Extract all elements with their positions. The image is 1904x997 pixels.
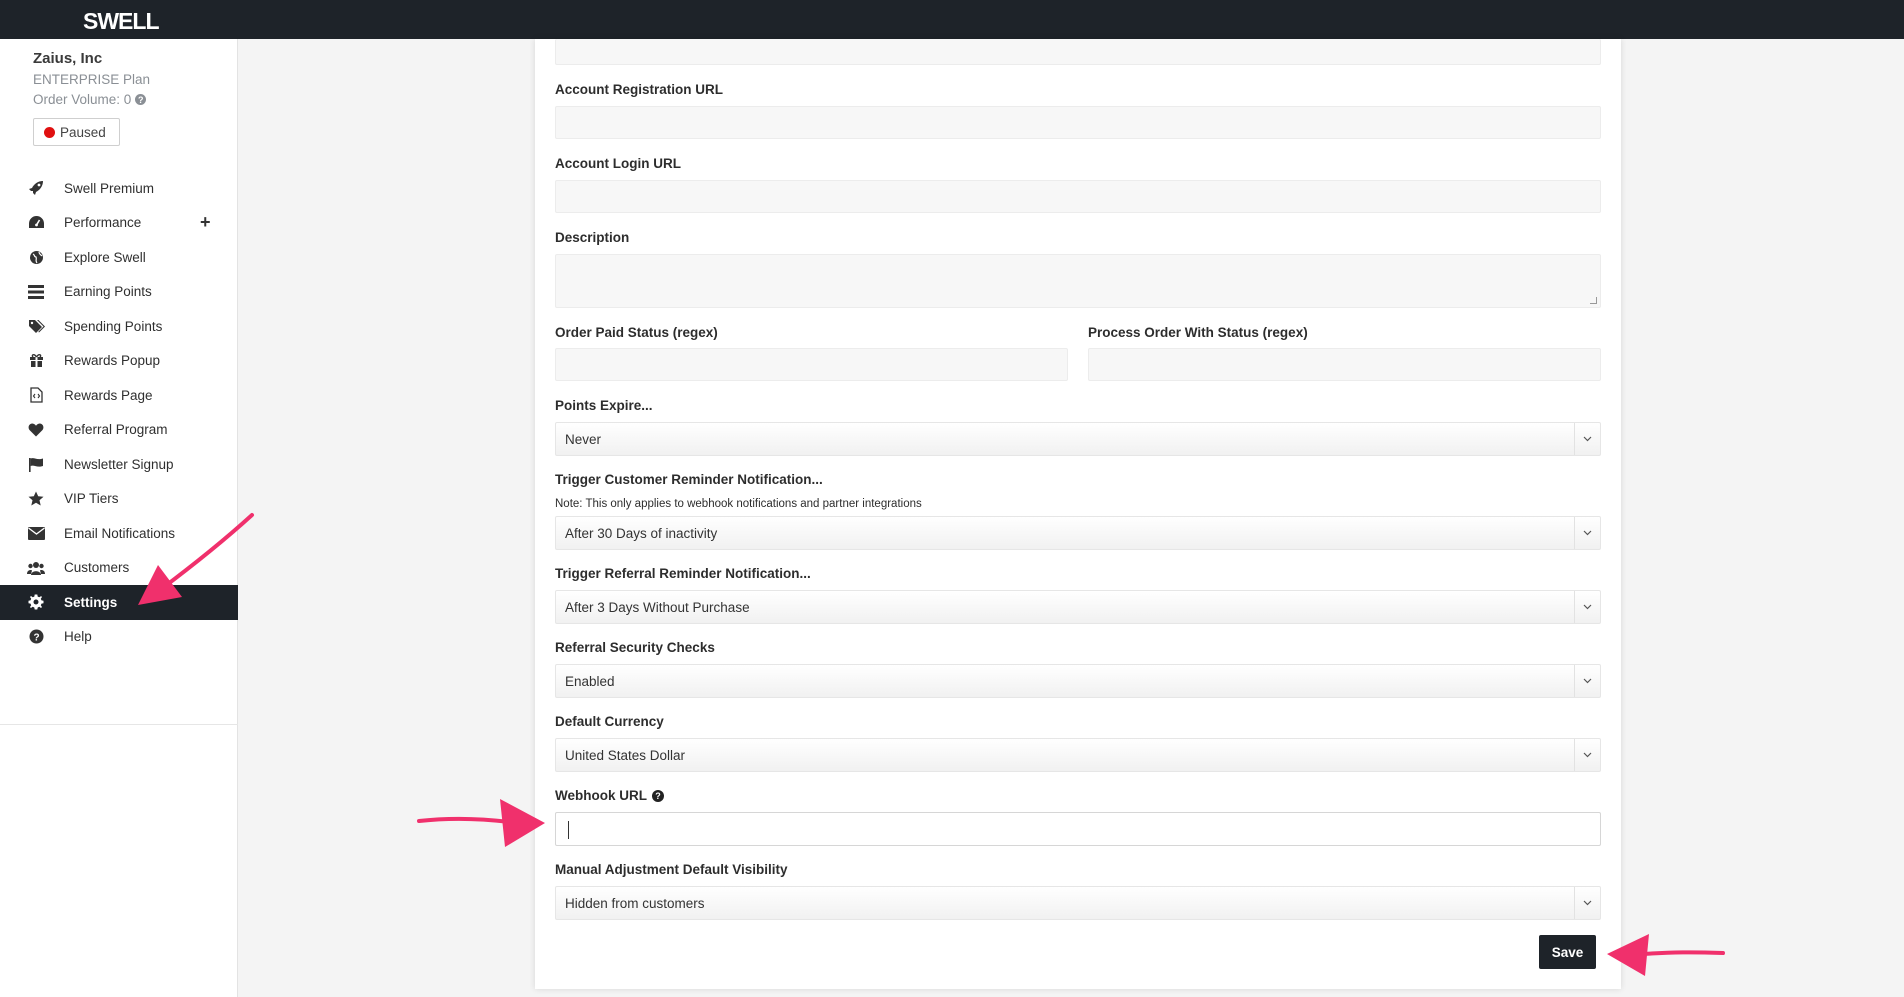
points-expire-value: Never: [565, 431, 602, 447]
referral-security-label: Referral Security Checks: [555, 640, 715, 655]
description-label: Description: [555, 230, 630, 245]
chevron-down-icon: [1574, 423, 1600, 455]
swell-logo[interactable]: SWELL: [83, 8, 159, 35]
customer-reminder-value: After 30 Days of inactivity: [565, 525, 718, 541]
webhook-url-label: Webhook URL ?: [555, 788, 664, 803]
customer-reminder-label: Trigger Customer Reminder Notification..…: [555, 472, 823, 487]
account-registration-url-input[interactable]: [555, 106, 1601, 139]
customer-reminder-note: Note: This only applies to webhook notif…: [555, 498, 922, 510]
sidebar-item-rewards-page[interactable]: Rewards Page: [0, 378, 238, 413]
gift-icon: [27, 352, 45, 370]
manual-adjustment-select[interactable]: Hidden from customers: [555, 886, 1601, 920]
sidebar-item-help[interactable]: ? Help: [0, 620, 238, 655]
sidebar-item-rewards-popup[interactable]: Rewards Popup: [0, 344, 238, 379]
chevron-down-icon: [1574, 887, 1600, 919]
manual-adjustment-label: Manual Adjustment Default Visibility: [555, 862, 788, 877]
code-file-icon: [27, 386, 45, 404]
account-registration-url-label: Account Registration URL: [555, 82, 724, 97]
dashboard-icon: [27, 214, 45, 232]
annotation-arrow-icon: [417, 799, 545, 847]
default-currency-select[interactable]: United States Dollar: [555, 738, 1601, 772]
top-bar: SWELL: [0, 0, 1904, 39]
question-icon: ?: [27, 628, 45, 646]
sidebar-item-swell-premium[interactable]: Swell Premium: [0, 171, 238, 206]
referral-security-value: Enabled: [565, 673, 615, 689]
sidebar-item-referral-program[interactable]: Referral Program: [0, 413, 238, 448]
text-cursor: [568, 821, 569, 839]
sidebar-divider: [0, 724, 238, 725]
chevron-down-icon: [1574, 517, 1600, 549]
points-expire-select[interactable]: Never: [555, 422, 1601, 456]
account-name: Zaius, Inc: [33, 50, 103, 67]
status-badge[interactable]: Paused: [33, 118, 120, 146]
rocket-icon: [27, 179, 45, 197]
webhook-url-input[interactable]: [555, 812, 1601, 846]
chevron-down-icon: [1574, 591, 1600, 623]
referral-security-select[interactable]: Enabled: [555, 664, 1601, 698]
annotation-arrow-icon: [1607, 934, 1725, 976]
sidebar-item-earning-points[interactable]: Earning Points: [0, 275, 238, 310]
sidebar-item-spending-points[interactable]: Spending Points: [0, 309, 238, 344]
status-text: Paused: [60, 124, 106, 140]
users-icon: [27, 559, 45, 577]
default-currency-label: Default Currency: [555, 714, 664, 729]
sidebar-item-performance[interactable]: Performance +: [0, 206, 238, 241]
points-expire-label: Points Expire...: [555, 398, 653, 413]
envelope-icon: [27, 524, 45, 542]
save-button[interactable]: Save: [1539, 935, 1596, 969]
globe-icon: [27, 248, 45, 266]
order-paid-status-label: Order Paid Status (regex): [555, 325, 718, 340]
question-icon[interactable]: ?: [652, 789, 664, 802]
sidebar-item-explore-swell[interactable]: Explore Swell: [0, 240, 238, 275]
order-volume-text: Order Volume: 0: [33, 92, 132, 107]
expand-plus-icon[interactable]: +: [200, 212, 211, 233]
referral-reminder-label: Trigger Referral Reminder Notification..…: [555, 566, 811, 581]
description-textarea[interactable]: [555, 254, 1601, 308]
default-currency-value: United States Dollar: [565, 747, 686, 763]
resize-grip-icon[interactable]: [1590, 297, 1597, 304]
list-icon: [27, 283, 45, 301]
manual-adjustment-value: Hidden from customers: [565, 895, 705, 911]
account-login-url-label: Account Login URL: [555, 156, 681, 171]
status-dot-icon: [44, 126, 55, 138]
process-order-status-label: Process Order With Status (regex): [1088, 325, 1308, 340]
svg-text:?: ?: [33, 633, 39, 644]
account-plan: ENTERPRISE Plan: [33, 72, 151, 87]
referral-reminder-select[interactable]: After 3 Days Without Purchase: [555, 590, 1601, 624]
flag-icon: [27, 455, 45, 473]
account-login-url-input[interactable]: [555, 180, 1601, 213]
star-icon: [27, 490, 45, 508]
order-paid-status-input[interactable]: [555, 348, 1068, 381]
process-order-status-input[interactable]: [1088, 348, 1601, 381]
sidebar-item-newsletter-signup[interactable]: Newsletter Signup: [0, 447, 238, 482]
customer-reminder-select[interactable]: After 30 Days of inactivity: [555, 516, 1601, 550]
order-volume: Order Volume: 0 ?: [33, 92, 150, 107]
heart-icon: [27, 421, 45, 439]
gear-icon: [27, 593, 45, 611]
annotation-arrow-icon: [138, 513, 254, 605]
tags-icon: [27, 317, 45, 335]
chevron-down-icon: [1574, 739, 1600, 771]
account-info: Zaius, Inc ENTERPRISE Plan Order Volume:…: [33, 50, 150, 107]
referral-reminder-value: After 3 Days Without Purchase: [565, 599, 750, 615]
webhook-url-label-text: Webhook URL: [555, 788, 647, 803]
question-icon[interactable]: ?: [135, 94, 147, 105]
previous-field-input[interactable]: [555, 39, 1601, 65]
chevron-down-icon: [1574, 665, 1600, 697]
